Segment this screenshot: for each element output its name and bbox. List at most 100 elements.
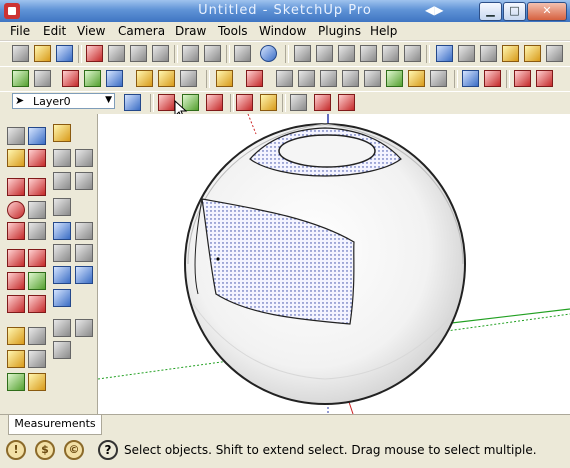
maximize-button[interactable]: □: [503, 2, 526, 21]
share-model-icon[interactable]: [158, 70, 175, 87]
component-icon[interactable]: [34, 70, 51, 87]
move-tool-icon[interactable]: [7, 249, 25, 267]
menu-camera[interactable]: Camera: [118, 24, 165, 38]
new-file-icon[interactable]: [12, 45, 29, 62]
pencil-icon[interactable]: [246, 70, 263, 87]
back-view-icon[interactable]: [382, 45, 399, 62]
pushpull-tool-icon[interactable]: [28, 249, 46, 267]
dimension-icon[interactable]: [514, 70, 531, 87]
eraser-pink-icon[interactable]: [536, 70, 553, 87]
zoom-extents-icon[interactable]: [53, 266, 71, 284]
open-folder-icon[interactable]: [34, 45, 51, 62]
make-component-icon[interactable]: [28, 127, 46, 145]
paint-tool-icon[interactable]: [7, 149, 25, 167]
sandbox-from-contours-icon[interactable]: [158, 94, 175, 111]
layer-dropdown[interactable]: ➤ Layer0 ▼: [12, 93, 115, 109]
pan-tool-icon[interactable]: [75, 222, 93, 240]
orbit-tool-icon[interactable]: [53, 222, 71, 240]
menu-help[interactable]: Help: [370, 24, 397, 38]
scale-tool-icon[interactable]: [7, 295, 25, 313]
fog-icon[interactable]: [106, 70, 123, 87]
offset-tool-icon[interactable]: [28, 295, 46, 313]
scene-icon[interactable]: [12, 70, 29, 87]
subtract-icon[interactable]: [320, 70, 337, 87]
menu-window[interactable]: Window: [259, 24, 306, 38]
paste-icon[interactable]: [130, 45, 147, 62]
print-icon[interactable]: [234, 45, 251, 62]
freehand-tool-icon[interactable]: [28, 222, 46, 240]
walk-tool-icon[interactable]: [53, 319, 71, 337]
zoom-tool-icon[interactable]: [53, 244, 71, 262]
polygon-tool-icon[interactable]: [7, 222, 25, 240]
smoove-icon[interactable]: [206, 94, 223, 111]
save-icon[interactable]: [56, 45, 73, 62]
cut-icon[interactable]: [86, 45, 103, 62]
close-button[interactable]: ✕: [527, 2, 567, 21]
erase-icon[interactable]: [152, 45, 169, 62]
menu-plugins[interactable]: Plugins: [318, 24, 361, 38]
xray-icon[interactable]: [436, 45, 453, 62]
top-view-icon[interactable]: [316, 45, 333, 62]
position-camera-icon[interactable]: [53, 289, 71, 307]
rotate-tool-icon[interactable]: [7, 272, 25, 290]
iso-view-icon[interactable]: [294, 45, 311, 62]
section-plane-icon[interactable]: [462, 70, 479, 87]
sandbox-icon[interactable]: [216, 70, 233, 87]
monochrome-icon[interactable]: [546, 45, 563, 62]
text-tool-icon[interactable]: [28, 350, 46, 368]
shadow-icon[interactable]: [84, 70, 101, 87]
help-icon[interactable]: ?: [98, 440, 118, 460]
menu-edit[interactable]: Edit: [43, 24, 66, 38]
shaded-texture-icon[interactable]: [524, 45, 541, 62]
outer-shell-icon[interactable]: [408, 70, 425, 87]
zoom-window-icon[interactable]: [75, 244, 93, 262]
dimension-tool-icon[interactable]: [28, 327, 46, 345]
layer-manager-icon[interactable]: [124, 94, 141, 111]
wireframe-icon[interactable]: [458, 45, 475, 62]
axes-tool-icon[interactable]: [7, 373, 25, 391]
outliner-icon[interactable]: [53, 172, 71, 190]
stamp-icon[interactable]: [236, 94, 253, 111]
eraser-tool-icon[interactable]: [28, 149, 46, 167]
sphere-model[interactable]: [98, 114, 570, 414]
hide-edge-icon[interactable]: [338, 94, 355, 111]
select-tool-icon[interactable]: [7, 127, 25, 145]
right-view-icon[interactable]: [360, 45, 377, 62]
menu-view[interactable]: View: [77, 24, 105, 38]
hidden-line-icon[interactable]: [480, 45, 497, 62]
shaded-icon[interactable]: [502, 45, 519, 62]
info-icon[interactable]: [260, 45, 277, 62]
menu-file[interactable]: File: [10, 24, 30, 38]
section-display-icon[interactable]: [484, 70, 501, 87]
measurements-tab[interactable]: Measurements: [8, 415, 102, 435]
look-around-icon[interactable]: [53, 341, 71, 359]
followme-tool-icon[interactable]: [28, 272, 46, 290]
redo-icon[interactable]: [204, 45, 221, 62]
line-tool-icon[interactable]: [28, 178, 46, 196]
protractor-icon[interactable]: [7, 350, 25, 368]
component-browser-icon[interactable]: [53, 124, 71, 142]
paint-bucket-icon[interactable]: [62, 70, 79, 87]
previous-view-icon[interactable]: [75, 266, 93, 284]
model-viewport[interactable]: [98, 114, 570, 414]
union-icon[interactable]: [298, 70, 315, 87]
front-view-icon[interactable]: [338, 45, 355, 62]
menu-draw[interactable]: Draw: [175, 24, 206, 38]
split-icon[interactable]: [386, 70, 403, 87]
intersect-icon[interactable]: [364, 70, 381, 87]
arrows-icon[interactable]: ◀▶: [425, 3, 447, 19]
arc-tool-icon[interactable]: [28, 201, 46, 219]
left-view-icon[interactable]: [404, 45, 421, 62]
trim-icon[interactable]: [342, 70, 359, 87]
flip-edge-icon[interactable]: [314, 94, 331, 111]
copyright-icon[interactable]: ©: [64, 440, 84, 460]
warehouse-icon[interactable]: [136, 70, 153, 87]
undo-icon[interactable]: [182, 45, 199, 62]
circle-tool-icon[interactable]: [7, 201, 25, 219]
solid-tools-icon[interactable]: [276, 70, 293, 87]
3d-text-icon[interactable]: [28, 373, 46, 391]
add-detail-icon[interactable]: [290, 94, 307, 111]
geo-location-icon[interactable]: !: [6, 440, 26, 460]
scenes-icon[interactable]: [53, 149, 71, 167]
groups-icon[interactable]: [75, 172, 93, 190]
